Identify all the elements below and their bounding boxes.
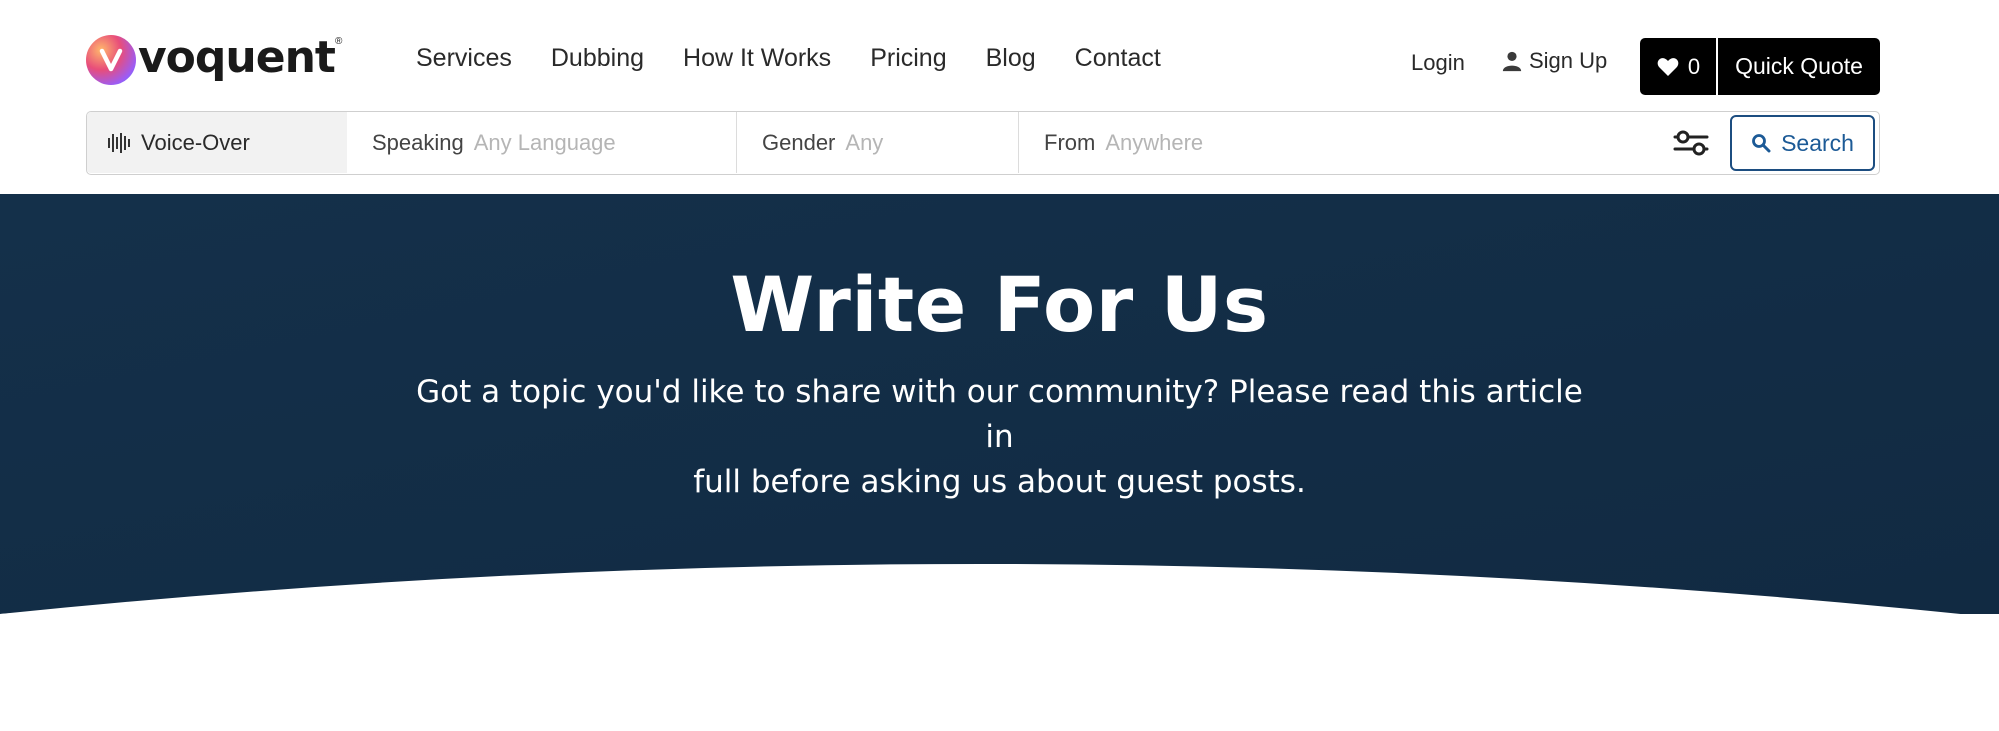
category-label: Voice-Over <box>141 129 250 155</box>
search-icon <box>1752 134 1771 153</box>
heart-icon <box>1657 57 1679 76</box>
main-nav: Services Dubbing How It Works Pricing Bl… <box>416 44 1200 73</box>
favorites-button[interactable]: 0 <box>1640 38 1716 95</box>
voice-search-bar: Voice-Over Speaking Any Language Gender … <box>86 111 1880 175</box>
nav-services[interactable]: Services <box>416 44 512 73</box>
subtitle-line-2: full before asking us about guest posts. <box>693 464 1306 500</box>
speaking-label: Speaking <box>372 129 464 155</box>
page-title: Write For Us <box>730 260 1269 349</box>
soundwave-icon <box>108 132 130 153</box>
speaking-value: Any Language <box>473 129 616 155</box>
voquent-logo[interactable]: voquent ® <box>86 34 342 86</box>
sliders-icon[interactable] <box>1673 128 1709 158</box>
nav-pricing[interactable]: Pricing <box>870 44 946 73</box>
user-icon <box>1502 51 1522 72</box>
logo-mark-icon <box>86 35 136 85</box>
registered-mark: ® <box>334 36 343 47</box>
search-button[interactable]: Search <box>1730 115 1875 171</box>
hero-banner: Write For Us Got a topic you'd like to s… <box>0 194 1999 614</box>
page-subtitle: Got a topic you'd like to share with our… <box>400 370 1599 505</box>
gender-label: Gender <box>762 129 836 155</box>
top-navigation-bar: voquent ® Services Dubbing How It Works … <box>0 0 1999 110</box>
nav-how-it-works[interactable]: How It Works <box>683 44 831 73</box>
signup-link[interactable]: Sign Up <box>1501 48 1607 74</box>
gender-field[interactable]: Gender Any <box>762 112 883 173</box>
favorites-count: 0 <box>1687 53 1701 79</box>
from-value: Anywhere <box>1105 129 1204 155</box>
from-label: From <box>1044 129 1096 155</box>
subtitle-line-1: Got a topic you'd like to share with our… <box>416 374 1583 455</box>
gender-value: Any <box>845 129 884 155</box>
login-link[interactable]: Login <box>1411 50 1465 76</box>
divider <box>736 112 737 173</box>
quick-quote-button[interactable]: Quick Quote <box>1718 38 1880 95</box>
nav-dubbing[interactable]: Dubbing <box>551 44 644 73</box>
nav-blog[interactable]: Blog <box>986 44 1036 73</box>
category-dropdown[interactable]: Voice-Over <box>87 112 347 173</box>
search-button-label: Search <box>1781 129 1854 156</box>
divider <box>1018 112 1019 173</box>
speaking-language-field[interactable]: Speaking Any Language <box>372 112 616 173</box>
location-field[interactable]: From Anywhere <box>1044 112 1203 173</box>
nav-contact[interactable]: Contact <box>1075 44 1161 73</box>
signup-label: Sign Up <box>1529 48 1608 73</box>
logo-wordmark: voquent <box>138 32 336 83</box>
